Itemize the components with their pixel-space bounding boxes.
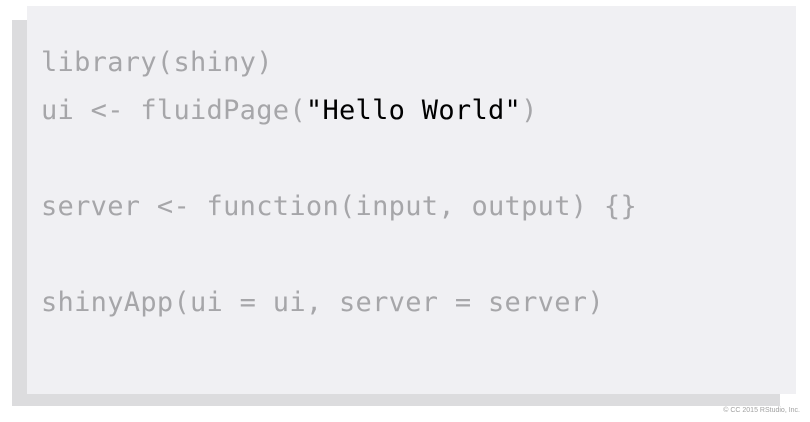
copyright-notice: © CC 2015 RStudio, Inc.: [723, 407, 800, 414]
code-ui-suffix: ): [521, 95, 538, 126]
code-line-ui: ui <- fluidPage("Hello World"): [41, 93, 538, 129]
code-line-server: server <- function(input, output) {}: [41, 191, 637, 222]
code-ui-prefix: ui <- fluidPage(: [41, 95, 306, 126]
code-hello-world-string: "Hello World": [305, 95, 522, 126]
code-line-shinyapp: shinyApp(ui = ui, server = server): [41, 287, 604, 318]
code-line-library: library(shiny): [41, 47, 273, 78]
